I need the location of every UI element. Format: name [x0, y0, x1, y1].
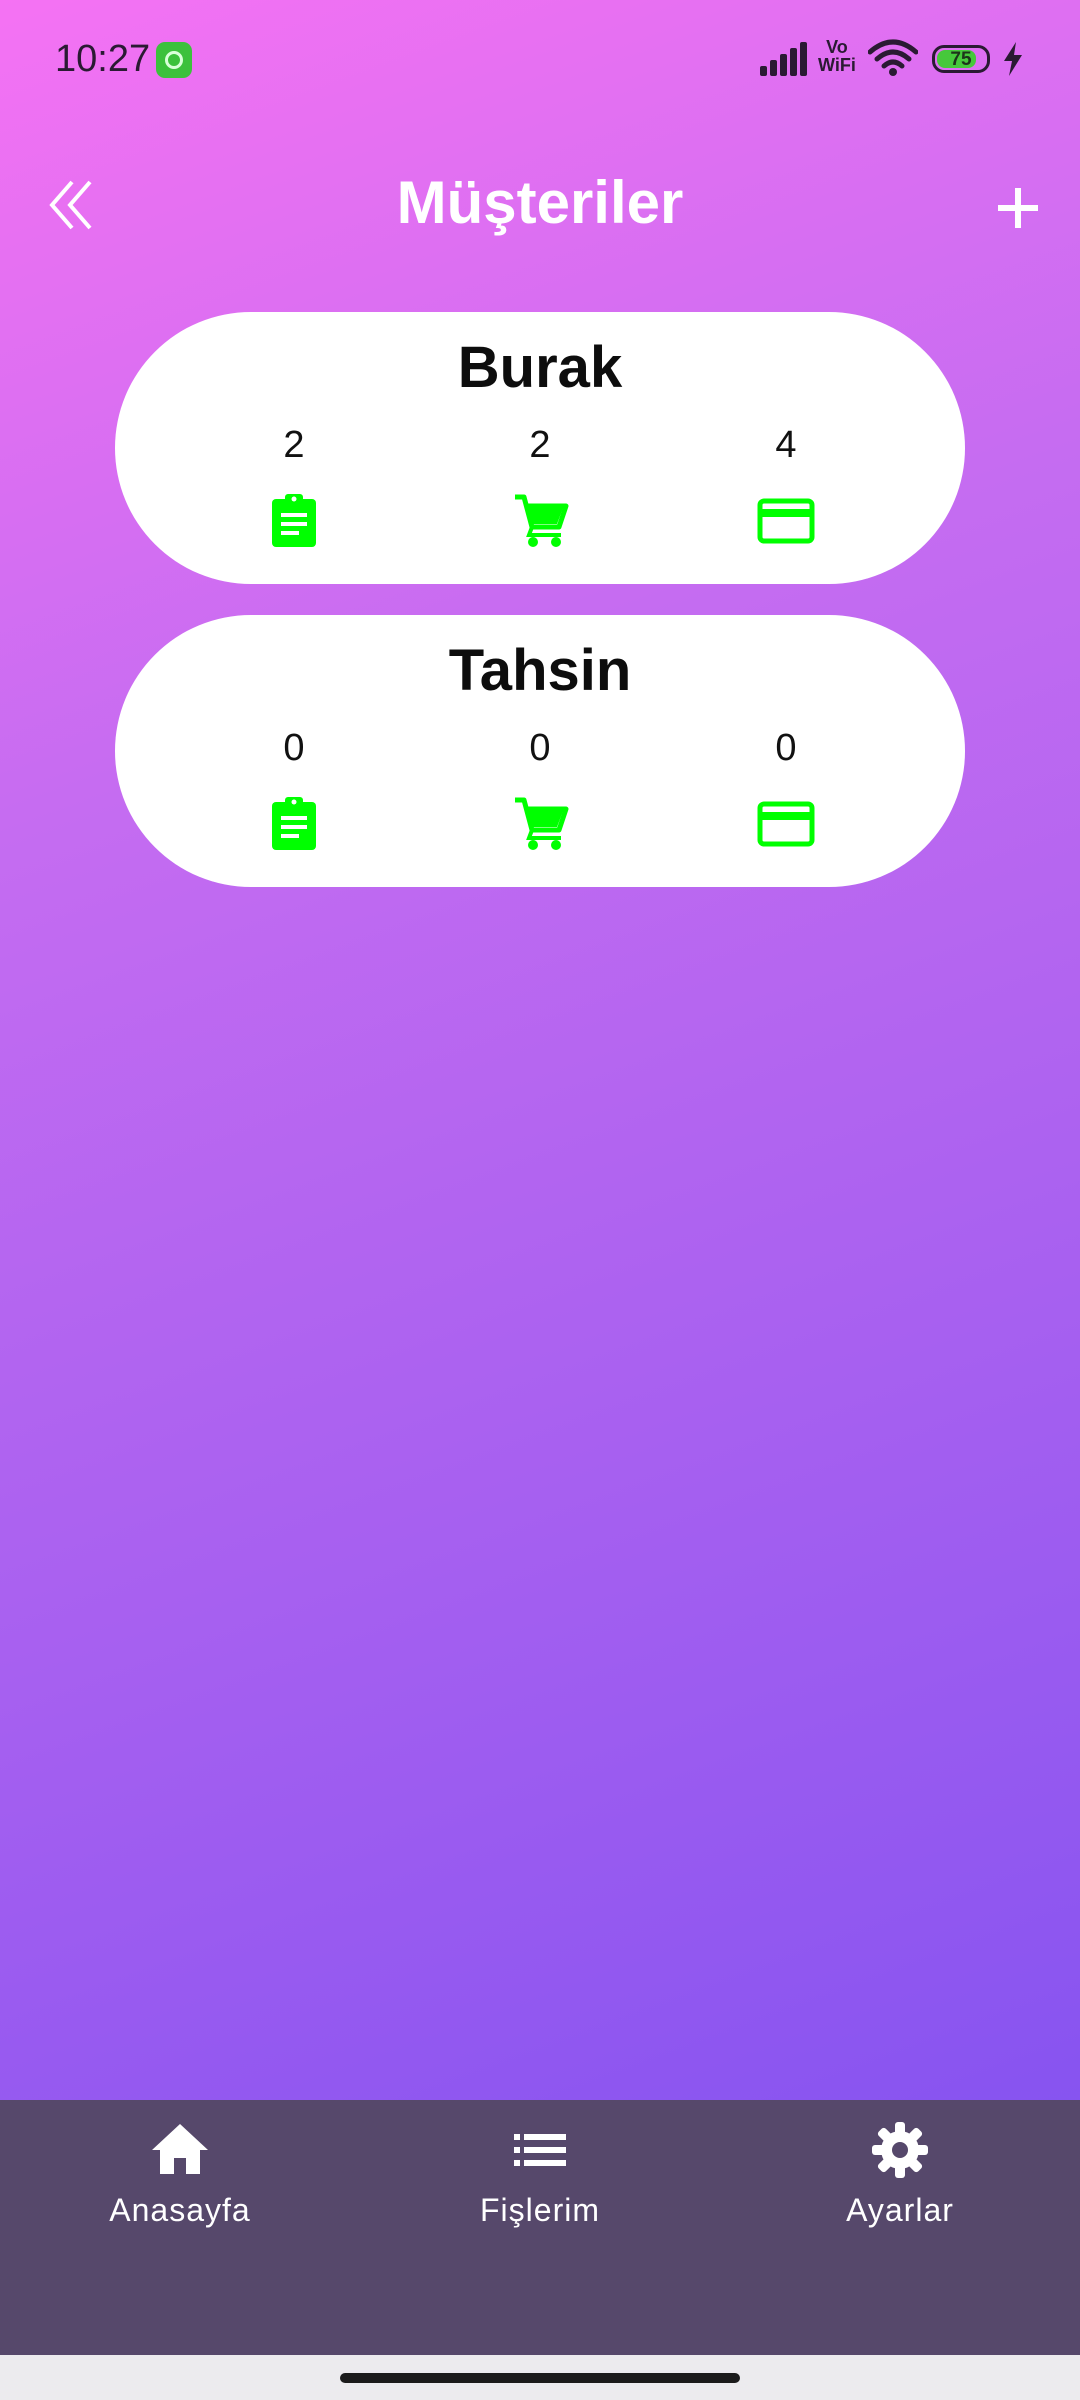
credit-card-icon [757, 498, 815, 544]
customer-card-burak[interactable]: Burak 2 2 4 [115, 312, 965, 584]
nav-item-fislerim[interactable]: Fişlerim [420, 2118, 660, 2229]
cart-stat[interactable]: 0 [470, 727, 610, 852]
vowifi-bottom-label: WiFi [818, 55, 856, 75]
nav-label: Ayarlar [846, 2192, 954, 2228]
receipts-count: 0 [283, 727, 305, 769]
customer-card-tahsin[interactable]: Tahsin 0 0 0 [115, 615, 965, 887]
clipboard-icon [272, 797, 316, 850]
credit-card-icon [757, 801, 815, 847]
status-bar: 10:27 Vo WiFi 75 [0, 0, 1080, 120]
payments-count: 4 [775, 424, 797, 466]
vowifi-indicator: Vo WiFi [818, 38, 856, 74]
wifi-icon [868, 39, 918, 76]
clipboard-icon [272, 494, 316, 547]
cart-count: 2 [529, 424, 551, 466]
payments-stat[interactable]: 4 [716, 424, 856, 549]
cart-count: 0 [529, 727, 551, 769]
payments-count: 0 [775, 727, 797, 769]
plus-icon[interactable] [980, 170, 1056, 246]
receipts-stat[interactable]: 2 [224, 424, 364, 549]
page-title: Müşteriler [396, 169, 684, 236]
battery-icon: 75 [932, 45, 990, 73]
shopping-cart-icon [515, 494, 569, 547]
charging-icon [1004, 42, 1022, 76]
nav-label: Fişlerim [480, 2192, 600, 2228]
receipts-stat[interactable]: 0 [224, 727, 364, 852]
cart-stat[interactable]: 2 [470, 424, 610, 549]
signal-icon [760, 40, 810, 76]
app-notification-icon [156, 42, 192, 78]
receipts-count: 2 [283, 424, 305, 466]
nav-item-anasayfa[interactable]: Anasayfa [60, 2118, 300, 2229]
app-header: Müşteriler [0, 150, 1080, 260]
battery-percent: 75 [950, 49, 972, 70]
list-icon [514, 2134, 566, 2166]
vowifi-top-label: Vo [826, 37, 848, 57]
gear-icon [872, 2122, 928, 2178]
payments-stat[interactable]: 0 [716, 727, 856, 852]
nav-label: Anasayfa [109, 2192, 251, 2228]
status-time: 10:27 [55, 38, 151, 80]
home-icon [152, 2124, 208, 2174]
gesture-area [0, 2355, 1080, 2400]
shopping-cart-icon [515, 797, 569, 850]
nav-item-ayarlar[interactable]: Ayarlar [780, 2118, 1020, 2229]
customer-name: Tahsin [448, 638, 632, 703]
bottom-navigation: Anasayfa Fişlerim Ayarlar [0, 2100, 1080, 2355]
customer-name: Burak [457, 335, 623, 400]
home-gesture-bar[interactable] [340, 2373, 740, 2383]
